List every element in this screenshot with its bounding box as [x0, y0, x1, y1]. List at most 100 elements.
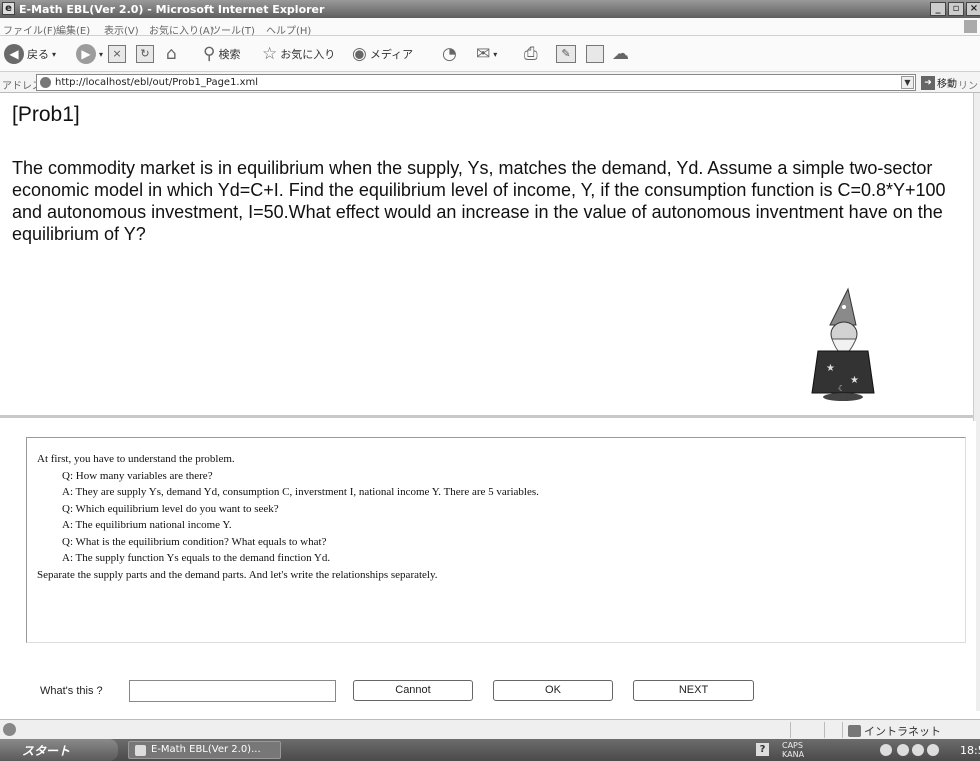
- hint-line: Q: Which equilibrium level do you want t…: [62, 502, 279, 515]
- windows-flag-icon: [964, 20, 977, 33]
- hint-box: At first, you have to understand the pro…: [26, 437, 966, 643]
- media-icon: ◉: [352, 44, 367, 64]
- status-separator: [824, 722, 825, 738]
- help-icon[interactable]: ?: [756, 743, 769, 756]
- search-button[interactable]: ⚲ 検索: [203, 43, 240, 65]
- history-button[interactable]: ◔: [442, 43, 457, 65]
- history-icon: ◔: [442, 44, 457, 64]
- problem-title: [Prob1]: [12, 103, 80, 126]
- menu-help[interactable]: ヘルプ(H): [266, 22, 311, 37]
- go-arrow-icon: ➜: [921, 75, 935, 90]
- discuss-icon: [586, 45, 604, 63]
- caps-label: CAPS: [782, 741, 803, 750]
- edit-button[interactable]: ✎: [556, 43, 576, 65]
- wizard-agent[interactable]: ★ ★ ☾: [808, 287, 878, 405]
- favorites-label: お気に入り: [280, 48, 336, 61]
- clock: 18:57: [960, 744, 980, 757]
- print-icon: ⎙: [524, 44, 538, 64]
- discuss-button[interactable]: [586, 43, 604, 65]
- next-button[interactable]: NEXT: [633, 680, 754, 701]
- menu-tools[interactable]: ツール(T): [211, 22, 255, 37]
- star-icon: ☆: [262, 44, 278, 64]
- problem-pane: [Prob1] The commodity market is in equil…: [0, 93, 976, 418]
- menu-view[interactable]: 表示(V): [104, 22, 139, 37]
- status-separator: [842, 722, 843, 738]
- go-label: 移動: [937, 79, 957, 90]
- page-status-icon: [3, 723, 16, 736]
- page-icon: [40, 77, 51, 88]
- svg-text:☾: ☾: [838, 384, 845, 393]
- hint-line: Q: What is the equilibrium condition? Wh…: [62, 535, 327, 548]
- hint-line: A: The equilibrium national income Y.: [62, 519, 232, 531]
- task-label: E-Math EBL(Ver 2.0)...: [151, 744, 261, 755]
- taskbar: スタート E-Math EBL(Ver 2.0)... ? CAPS KANA 1…: [0, 739, 980, 761]
- tray-arrow-icon[interactable]: [880, 744, 892, 756]
- messenger-button[interactable]: ☁: [612, 43, 629, 65]
- forward-dropdown-icon[interactable]: ▾: [99, 50, 103, 59]
- menu-bar: ファイル(F) 編集(E) 表示(V) お気に入り(A) ツール(T) ヘルプ(…: [0, 18, 980, 37]
- home-button[interactable]: ⌂: [166, 43, 177, 65]
- hint-pane: At first, you have to understand the pro…: [0, 421, 976, 711]
- problem-text: The commodity market is in equilibrium w…: [12, 158, 946, 244]
- tray-app-icon[interactable]: [912, 744, 924, 756]
- hint-line: A: They are supply Ys, demand Yd, consum…: [62, 486, 539, 498]
- print-button[interactable]: ⎙: [524, 43, 538, 65]
- menu-favorites[interactable]: お気に入り(A): [149, 22, 214, 37]
- start-button[interactable]: スタート: [0, 739, 118, 761]
- title-bar: e E-Math EBL(Ver 2.0) - Microsoft Intern…: [0, 0, 980, 18]
- status-bar: イントラネット: [0, 719, 980, 739]
- address-bar: アドレス(D) http://localhost/ebl/out/Prob1_P…: [0, 72, 980, 107]
- kana-label: KANA: [782, 750, 805, 759]
- forward-arrow-icon: ▶: [76, 44, 96, 64]
- mail-icon: ✉: [476, 44, 491, 64]
- search-label: 検索: [218, 48, 241, 61]
- intranet-icon: [848, 725, 861, 737]
- media-label: メディア: [369, 48, 414, 61]
- ok-button[interactable]: OK: [493, 680, 613, 701]
- hint-line: At first, you have to understand the pro…: [37, 453, 235, 465]
- status-separator: [790, 722, 791, 738]
- hint-line: Q: How many variables are there?: [62, 469, 213, 482]
- toolbar: ◀ 戻る ▾ ▶ ▾ × ↻ ⌂ ⚲ 検索 ☆ お気に入り ◉ メディア ◔ ✉…: [0, 36, 980, 72]
- system-tray: ? CAPSKANA 18:57: [752, 741, 980, 759]
- zone-label: イントラネット: [864, 725, 941, 738]
- minimize-button[interactable]: _: [930, 2, 946, 16]
- ie-app-icon[interactable]: e: [2, 2, 15, 15]
- svg-text:★: ★: [850, 375, 859, 386]
- maximize-button[interactable]: ▫: [948, 2, 964, 16]
- favorites-button[interactable]: ☆ お気に入り: [262, 43, 335, 65]
- back-dropdown-icon[interactable]: ▾: [52, 50, 56, 59]
- address-input[interactable]: http://localhost/ebl/out/Prob1_Page1.xml…: [36, 74, 916, 91]
- security-zone: イントラネット: [848, 723, 941, 739]
- close-button[interactable]: ×: [966, 2, 980, 16]
- back-button[interactable]: ◀ 戻る ▾: [4, 43, 56, 65]
- mail-dropdown-icon[interactable]: ▾: [493, 50, 497, 59]
- messenger-icon: ☁: [612, 44, 629, 64]
- stop-button[interactable]: ×: [108, 43, 126, 65]
- mail-button[interactable]: ✉ ▾: [476, 43, 497, 65]
- edit-icon: ✎: [556, 45, 576, 63]
- home-icon: ⌂: [166, 44, 177, 64]
- answer-input[interactable]: [129, 680, 336, 702]
- address-dropdown-icon[interactable]: ▼: [901, 76, 914, 89]
- menu-file[interactable]: ファイル(F): [3, 22, 57, 37]
- go-button[interactable]: ➜ 移動: [921, 75, 957, 90]
- back-arrow-icon: ◀: [4, 44, 24, 64]
- menu-edit[interactable]: 編集(E): [56, 22, 90, 37]
- hint-line: Separate the supply parts and the demand…: [37, 568, 438, 581]
- hint-line: A: The supply function Ys equals to the …: [62, 552, 331, 564]
- whats-this-label: What's this ?: [40, 685, 103, 697]
- back-label: 戻る: [27, 48, 49, 61]
- refresh-button[interactable]: ↻: [136, 43, 154, 65]
- ie-task-icon: [135, 745, 146, 756]
- caps-indicator: CAPS KANA: [782, 741, 804, 759]
- refresh-icon: ↻: [136, 45, 154, 63]
- tray-app-icon[interactable]: [927, 744, 939, 756]
- taskbar-ie-window[interactable]: E-Math EBL(Ver 2.0)...: [128, 741, 281, 759]
- media-button[interactable]: ◉ メディア: [352, 43, 413, 65]
- address-url: http://localhost/ebl/out/Prob1_Page1.xml: [55, 77, 259, 88]
- tray-network-icon[interactable]: [897, 744, 909, 756]
- window-title: E-Math EBL(Ver 2.0) - Microsoft Internet…: [19, 3, 325, 16]
- forward-button[interactable]: ▶ ▾: [76, 43, 103, 65]
- cannot-button[interactable]: Cannot: [353, 680, 473, 701]
